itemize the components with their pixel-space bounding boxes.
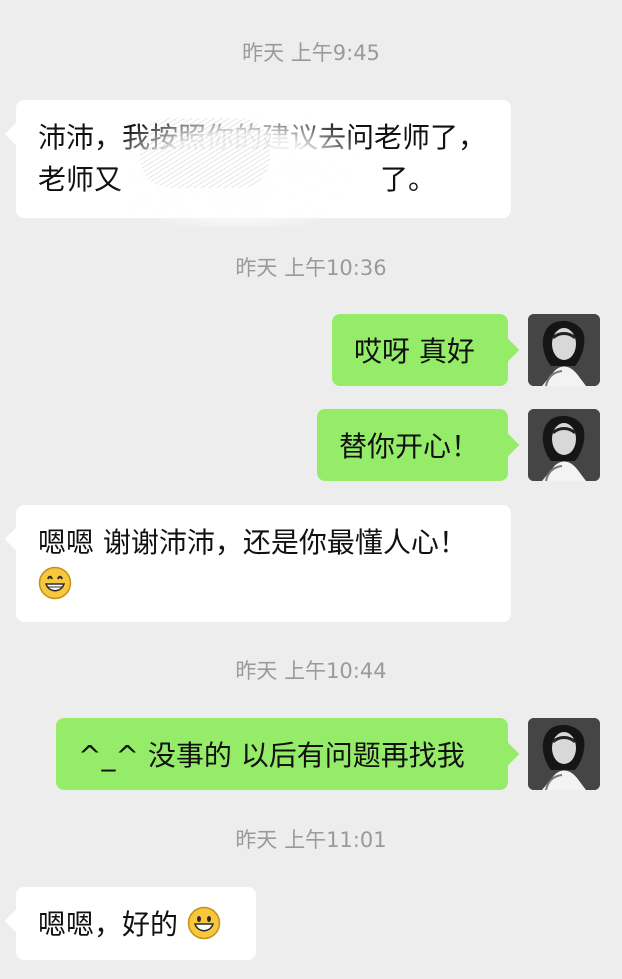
avatar-portrait-icon — [528, 718, 600, 790]
timestamp: 昨天 上午10:44 — [235, 659, 387, 683]
timestamp: 昨天 上午10:36 — [235, 256, 387, 280]
avatar[interactable] — [528, 718, 600, 790]
message-text: ^_^ 没事的 以后有问题再找我 — [78, 739, 465, 772]
grinning-face-icon — [38, 566, 72, 600]
message-fragment: 老师又 — [38, 163, 123, 196]
outgoing-message-bubble[interactable]: 替你开心！ — [317, 409, 508, 481]
outgoing-message-bubble[interactable]: ^_^ 没事的 以后有问题再找我 — [56, 718, 508, 790]
incoming-message-bubble[interactable]: 嗯嗯，好的 — [16, 887, 256, 960]
message-fragment: 了。 — [380, 163, 437, 196]
timestamp: 昨天 上午11:01 — [235, 828, 387, 852]
message-text: 替你开心！ — [339, 430, 480, 463]
redaction-texture — [140, 118, 270, 188]
incoming-message-bubble[interactable]: 嗯嗯 谢谢沛沛，还是你最懂人心！ — [16, 505, 511, 622]
chat-window: 昨天 上午9:45 沛沛，我按照你的建议去问老师了， 老师又了。 昨天 上午10… — [0, 0, 622, 979]
avatar[interactable] — [528, 314, 600, 386]
message-text: 哎呀 真好 — [354, 335, 475, 368]
message-text: 嗯嗯，好的 — [38, 908, 179, 941]
emoji-line — [38, 564, 489, 606]
smiling-face-icon — [187, 906, 221, 940]
outgoing-message-bubble[interactable]: 哎呀 真好 — [332, 314, 508, 386]
avatar-portrait-icon — [528, 409, 600, 481]
message-text: 嗯嗯 谢谢沛沛，还是你最懂人心！ — [38, 526, 467, 559]
timestamp: 昨天 上午9:45 — [242, 41, 380, 65]
avatar-portrait-icon — [528, 314, 600, 386]
avatar[interactable] — [528, 409, 600, 481]
